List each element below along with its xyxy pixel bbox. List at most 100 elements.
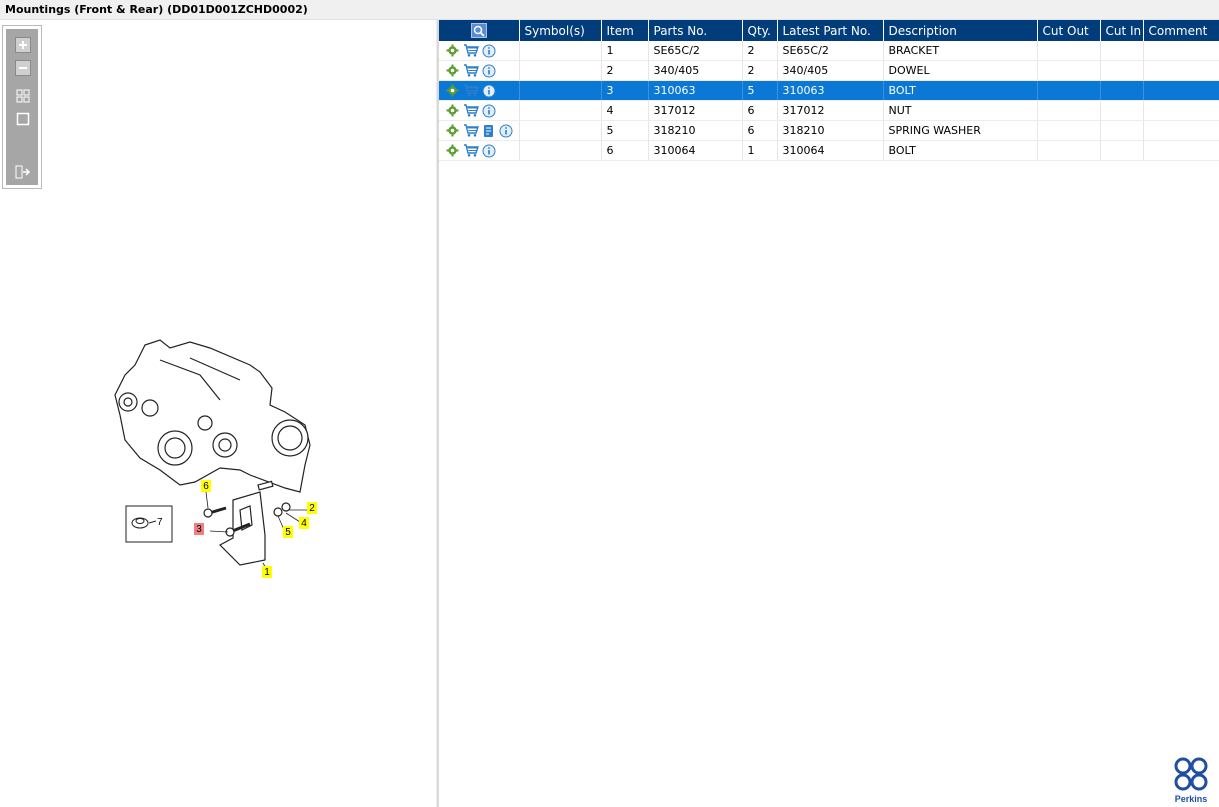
- document-icon[interactable]: [482, 124, 496, 138]
- cell-parts-no: 317012: [648, 100, 743, 121]
- cell-description: NUT: [883, 100, 1038, 121]
- info-icon[interactable]: [482, 144, 496, 158]
- svg-text:2: 2: [309, 503, 315, 514]
- header-item[interactable]: Item: [601, 20, 649, 41]
- table-row[interactable]: 6 310064 1 310064 BOLT: [439, 140, 1219, 161]
- svg-text:1: 1: [264, 567, 270, 578]
- info-icon[interactable]: [482, 44, 496, 58]
- illustration-pane[interactable]: 7 1 2 3 45 6: [0, 20, 436, 807]
- header-description[interactable]: Description: [883, 20, 1038, 41]
- row-actions: [439, 140, 520, 161]
- zoom-in-button[interactable]: [15, 37, 31, 53]
- callout-5[interactable]: 5: [283, 526, 293, 538]
- svg-text:4: 4: [301, 518, 307, 529]
- cell-qty: 2: [742, 60, 778, 81]
- export-button[interactable]: [15, 164, 31, 180]
- gear-icon[interactable]: [445, 124, 459, 138]
- plus-icon: [15, 37, 31, 53]
- cell-latest-part-no: 340/405: [777, 60, 884, 81]
- cell-symbols: [519, 140, 602, 161]
- cell-item: 5: [601, 120, 649, 141]
- gear-icon[interactable]: [445, 144, 459, 158]
- parts-list-pane: Symbol(s) Item Parts No. Qty. Latest Par…: [439, 20, 1219, 807]
- header-comment[interactable]: Comment: [1143, 20, 1219, 41]
- brand-name: Perkins: [1175, 794, 1208, 804]
- callout-2[interactable]: 2: [307, 502, 317, 514]
- cell-item: 4: [601, 100, 649, 121]
- callout-6[interactable]: 6: [201, 480, 211, 492]
- row-actions: [439, 80, 520, 101]
- table-row[interactable]: 1 SE65C/2 2 SE65C/2 BRACKET: [439, 41, 1219, 61]
- callout-1[interactable]: 1: [262, 566, 272, 578]
- table-row[interactable]: 2 340/405 2 340/405 DOWEL: [439, 60, 1219, 81]
- exploded-parts-diagram[interactable]: 7 1 2 3 45 6: [100, 320, 340, 590]
- table-row[interactable]: 3 310063 5 310063 BOLT: [439, 80, 1219, 101]
- cell-symbols: [519, 41, 602, 61]
- cell-description: BOLT: [883, 80, 1038, 101]
- cart-icon[interactable]: [462, 84, 479, 98]
- cell-comment: [1143, 120, 1219, 141]
- callout-3[interactable]: 3: [194, 523, 204, 535]
- gear-icon[interactable]: [445, 104, 459, 118]
- cell-latest-part-no: SE65C/2: [777, 41, 884, 61]
- svg-text:3: 3: [196, 524, 202, 535]
- grid-icon: [16, 89, 30, 103]
- cart-icon[interactable]: [462, 104, 479, 118]
- cell-latest-part-no: 310063: [777, 80, 884, 101]
- cell-latest-part-no: 318210: [777, 120, 884, 141]
- zoom-out-button[interactable]: [15, 60, 31, 76]
- window-title: Mountings (Front & Rear) (DD01D001ZCHD00…: [0, 0, 1219, 20]
- callout-4[interactable]: 4: [299, 517, 309, 529]
- square-icon: [16, 112, 30, 126]
- gear-icon[interactable]: [445, 84, 459, 98]
- header-search[interactable]: [439, 20, 520, 41]
- cell-symbols: [519, 100, 602, 121]
- cell-comment: [1143, 100, 1219, 121]
- table-row[interactable]: 5 318210 6 318210 SPRING WASHER: [439, 120, 1219, 141]
- cell-cut-out: [1037, 41, 1101, 61]
- cart-icon[interactable]: [462, 44, 479, 58]
- header-cut-in[interactable]: Cut In: [1100, 20, 1144, 41]
- actual-size-button[interactable]: [15, 111, 31, 127]
- header-cut-out[interactable]: Cut Out: [1037, 20, 1101, 41]
- export-icon: [15, 165, 31, 179]
- info-icon[interactable]: [482, 64, 496, 78]
- bracket-drawing: [203, 480, 291, 566]
- header-parts-no[interactable]: Parts No.: [648, 20, 743, 41]
- callout-7[interactable]: 7: [157, 517, 163, 528]
- cell-cut-in: [1100, 120, 1144, 141]
- cell-cut-in: [1100, 80, 1144, 101]
- info-icon[interactable]: [482, 84, 496, 98]
- cell-parts-no: 340/405: [648, 60, 743, 81]
- perkins-logo: Perkins: [1174, 757, 1208, 804]
- gear-icon[interactable]: [445, 64, 459, 78]
- cell-symbols: [519, 120, 602, 141]
- cart-icon[interactable]: [462, 144, 479, 158]
- cart-icon[interactable]: [462, 64, 479, 78]
- cell-description: BRACKET: [883, 41, 1038, 61]
- search-icon[interactable]: [470, 23, 487, 38]
- cell-cut-in: [1100, 60, 1144, 81]
- item-7-inset[interactable]: 7: [125, 505, 173, 543]
- timing-case-drawing: [114, 339, 311, 493]
- header-qty[interactable]: Qty.: [742, 20, 778, 41]
- info-icon[interactable]: [499, 124, 513, 138]
- cell-cut-in: [1100, 100, 1144, 121]
- cell-parts-no: SE65C/2: [648, 41, 743, 61]
- cell-comment: [1143, 41, 1219, 61]
- row-actions: [439, 100, 520, 121]
- cell-parts-no: 310064: [648, 140, 743, 161]
- table-row[interactable]: 4 317012 6 317012 NUT: [439, 100, 1219, 121]
- header-symbols[interactable]: Symbol(s): [519, 20, 602, 41]
- zoom-toolbar: [2, 25, 42, 189]
- info-icon[interactable]: [482, 104, 496, 118]
- cell-cut-out: [1037, 120, 1101, 141]
- gear-icon[interactable]: [445, 44, 459, 58]
- cell-parts-no: 310063: [648, 80, 743, 101]
- cell-parts-no: 318210: [648, 120, 743, 141]
- fit-all-button[interactable]: [15, 88, 31, 104]
- cart-icon[interactable]: [462, 124, 479, 138]
- cell-cut-in: [1100, 140, 1144, 161]
- header-latest-part-no[interactable]: Latest Part No.: [777, 20, 884, 41]
- svg-text:5: 5: [285, 527, 291, 538]
